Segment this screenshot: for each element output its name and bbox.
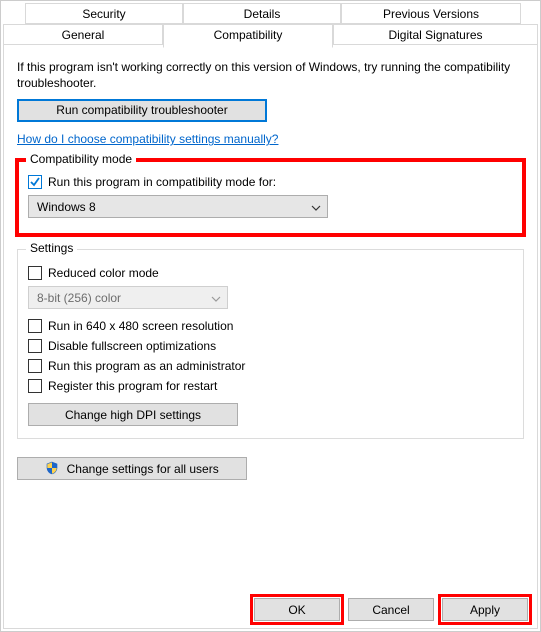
tab-previous-versions[interactable]: Previous Versions [341,3,521,24]
compat-mode-checkbox[interactable] [28,175,42,189]
settings-group: Settings Reduced color mode 8-bit (256) … [17,249,524,439]
checkbox-label: Register this program for restart [48,379,217,393]
intro-text: If this program isn't working correctly … [17,59,524,91]
tab-strip: Security Details Previous Versions Gener… [3,3,538,47]
tab-details[interactable]: Details [183,3,341,24]
reduced-color-checkbox[interactable] [28,266,42,280]
compat-mode-dropdown[interactable]: Windows 8 [28,195,328,218]
change-high-dpi-button[interactable]: Change high DPI settings [28,403,238,426]
button-label: Change high DPI settings [65,408,201,422]
checkbox-label: Run in 640 x 480 screen resolution [48,319,233,333]
tab-label: Details [244,7,281,21]
run-troubleshooter-button[interactable]: Run compatibility troubleshooter [17,99,267,122]
tab-general[interactable]: General [3,24,163,45]
tab-label: Security [82,7,125,21]
group-legend: Settings [26,241,77,255]
tab-label: General [62,28,105,42]
button-label: Change settings for all users [67,462,219,476]
dropdown-value: Windows 8 [37,200,96,214]
dropdown-value: 8-bit (256) color [37,291,121,305]
manual-settings-link[interactable]: How do I choose compatibility settings m… [17,132,278,146]
button-label: Run compatibility troubleshooter [56,103,227,117]
checkbox-label: Disable fullscreen optimizations [48,339,216,353]
change-all-users-button[interactable]: Change settings for all users [17,457,247,480]
tab-label: Compatibility [214,28,283,42]
tab-security[interactable]: Security [25,3,183,24]
chevron-down-icon [311,200,321,214]
checkbox-label: Run this program in compatibility mode f… [48,175,276,189]
group-legend: Compatibility mode [26,152,136,166]
shield-icon [45,461,59,475]
run-as-admin-checkbox[interactable] [28,359,42,373]
compatibility-mode-group: Compatibility mode Run this program in c… [17,160,524,235]
tab-label: Previous Versions [383,7,479,21]
compatibility-panel: If this program isn't working correctly … [3,45,538,629]
run-640x480-checkbox[interactable] [28,319,42,333]
tab-digital-signatures[interactable]: Digital Signatures [333,24,538,45]
color-mode-dropdown: 8-bit (256) color [28,286,228,309]
register-restart-checkbox[interactable] [28,379,42,393]
disable-fullscreen-checkbox[interactable] [28,339,42,353]
checkbox-label: Run this program as an administrator [48,359,245,373]
checkbox-label: Reduced color mode [48,266,159,280]
chevron-down-icon [211,291,221,305]
tab-label: Digital Signatures [388,28,482,42]
